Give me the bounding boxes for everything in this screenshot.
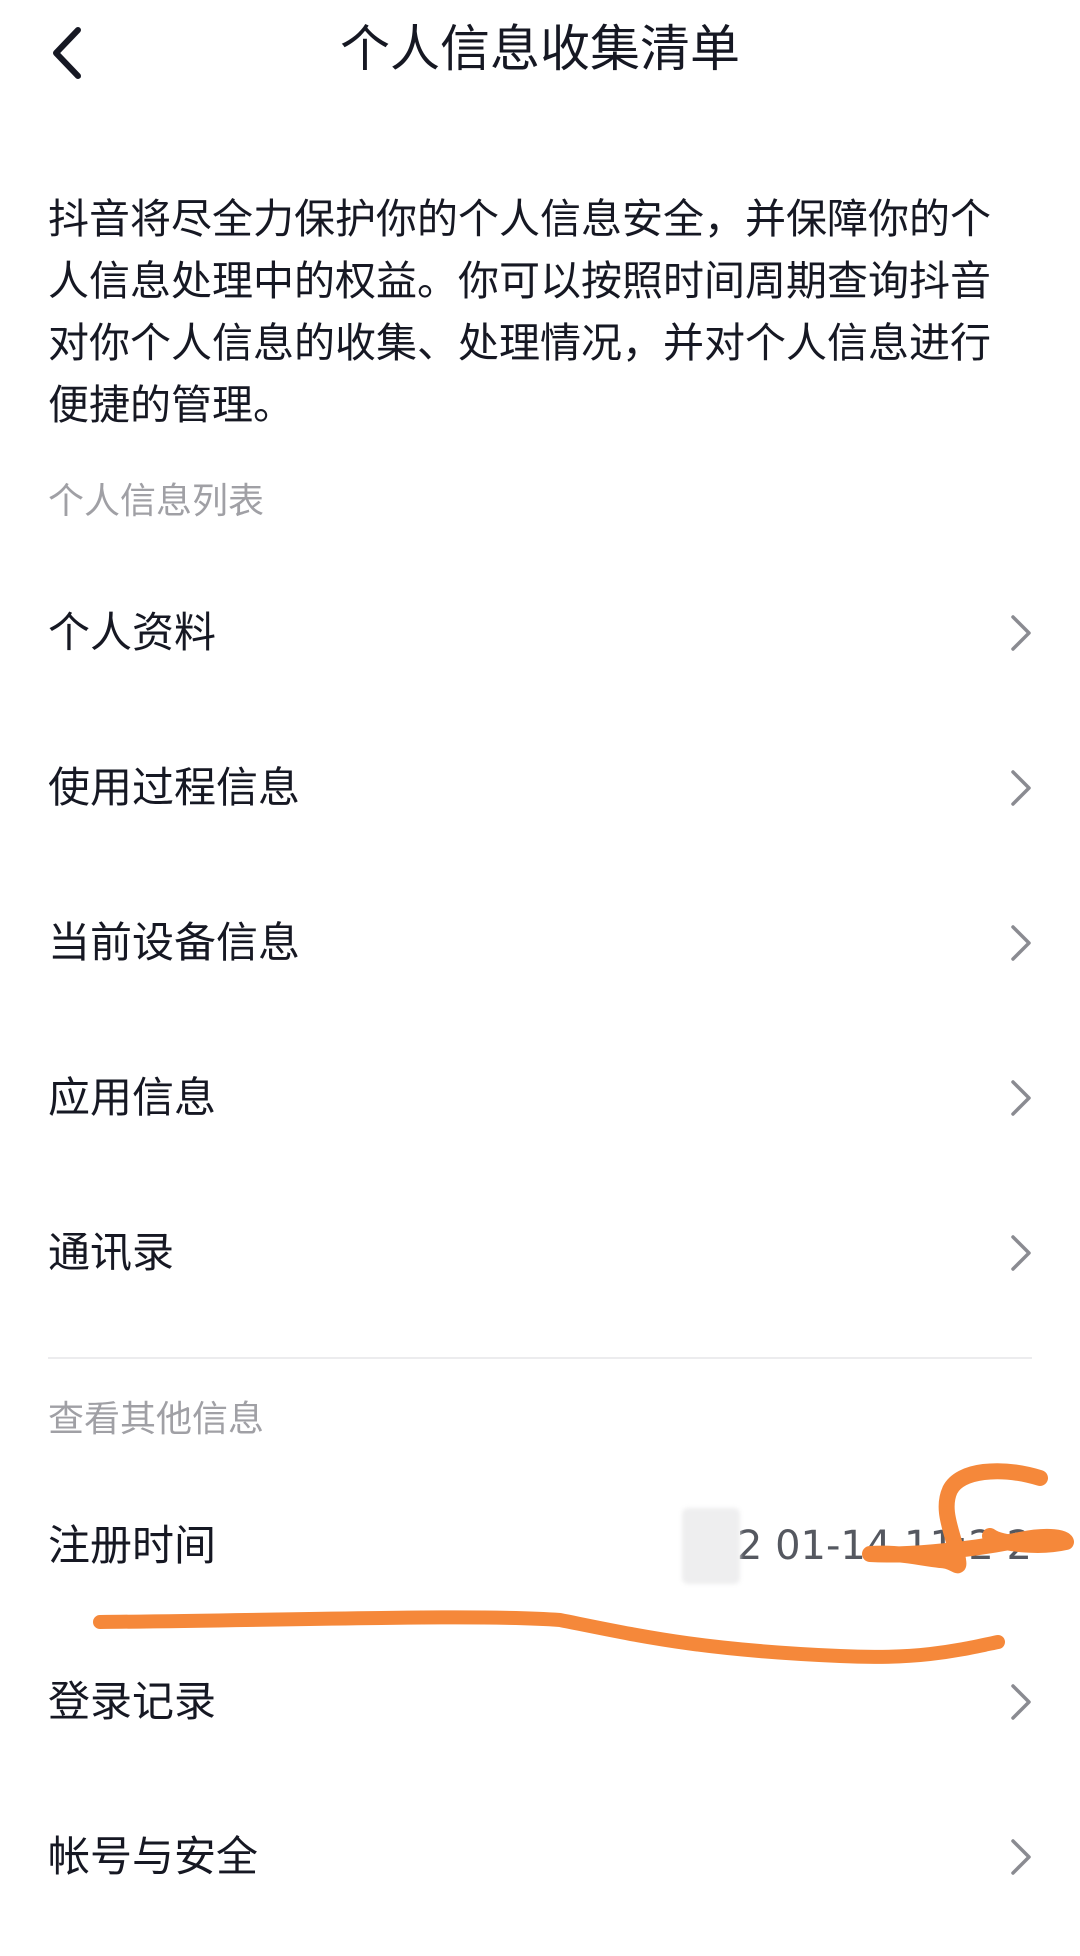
list-item-label: 应用信息 xyxy=(48,1072,217,1122)
list-item-login-records[interactable]: 登录记录 xyxy=(0,1624,1080,1779)
list-item-account-security[interactable]: 帐号与安全 xyxy=(0,1779,1080,1934)
chevron-right-icon xyxy=(1011,924,1031,961)
chevron-right-icon xyxy=(1011,614,1031,651)
list-item-usage-info[interactable]: 使用过程信息 xyxy=(0,710,1080,865)
privacy-blur-patch xyxy=(682,1508,740,1584)
list-item-app-info[interactable]: 应用信息 xyxy=(0,1020,1080,1175)
registration-time-row: 注册时间 202 01-14 11:2 2 xyxy=(0,1468,1080,1623)
list-item-device-info[interactable]: 当前设备信息 xyxy=(0,865,1080,1020)
list-item-profile[interactable]: 个人资料 xyxy=(0,555,1080,710)
chevron-right-icon xyxy=(1011,1683,1031,1720)
list-item-label: 使用过程信息 xyxy=(48,762,301,812)
list-item-label: 当前设备信息 xyxy=(48,917,301,967)
list-item-label: 通讯录 xyxy=(48,1227,175,1277)
chevron-right-icon xyxy=(1011,769,1031,806)
top-nav-bar: 个人信息收集清单 xyxy=(0,0,1080,110)
registration-time-label: 注册时间 xyxy=(48,1520,217,1570)
list-item-label: 登录记录 xyxy=(48,1676,217,1726)
section-divider xyxy=(48,1357,1032,1359)
chevron-right-icon xyxy=(1011,1838,1031,1875)
intro-text: 抖音将尽全力保护你的个人信息安全，并保障你的个人信息处理中的权益。你可以按照时间… xyxy=(48,195,991,429)
chevron-right-icon xyxy=(1011,1234,1031,1271)
section-label-other-info: 查看其他信息 xyxy=(48,1399,265,1440)
list-item-label: 帐号与安全 xyxy=(48,1831,259,1881)
chevron-right-icon xyxy=(1011,1079,1031,1116)
list-item-label: 个人资料 xyxy=(48,607,217,657)
list-item-contacts[interactable]: 通讯录 xyxy=(0,1175,1080,1330)
page-title: 个人信息收集清单 xyxy=(340,20,740,78)
section-label-personal-info: 个人信息列表 xyxy=(48,481,265,522)
